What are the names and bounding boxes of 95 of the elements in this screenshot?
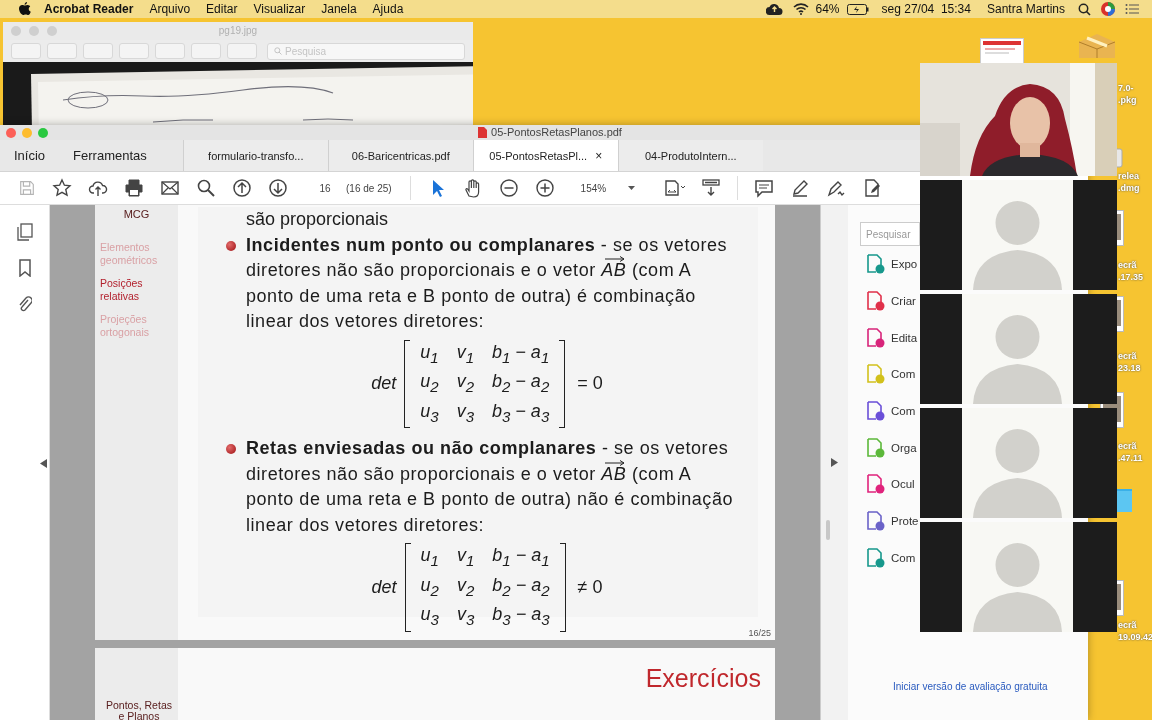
slide-title: Exercícios [645,664,761,694]
zoom-in-icon[interactable] [534,178,555,198]
menu-item[interactable]: Ajuda [364,2,412,16]
formula-label: det [371,372,397,396]
matrix-entry: v$_{1}$ [456,544,475,571]
window-title: 05-PontosRetasPlanos.pdf [491,126,622,138]
page-label: 16/25 [748,628,771,638]
matrix-entry: u$_{3}$ [420,603,439,631]
matrix-entry: u$_{2}$ [420,370,439,397]
matrix-entry: v$_{2}$ [456,370,474,397]
matrix-entry: b$_{2}$ − a$_{2}$ [492,573,550,601]
matrix-entry: u$_{1}$ [420,340,439,368]
tool-item[interactable]: Prote [860,502,920,540]
search-icon [274,47,282,55]
tool-item[interactable]: Expo [860,246,920,283]
matrix-entry: v$_{2}$ [456,573,475,601]
matrix-entry: u$_{2}$ [420,573,439,601]
print-icon[interactable] [124,178,144,198]
matrix-entry: b$_{1}$ − a$_{1}$ [492,340,550,368]
bookmark-icon[interactable] [17,259,32,277]
tool-item[interactable]: Com [860,539,920,577]
document-tab[interactable]: 05-PontosRetasPl... × [472,140,618,171]
tool-item[interactable]: Com [860,356,920,393]
slide-header: MCG [123,208,150,221]
matrix-entry: b$_{1}$ − a$_{1}$ [492,544,550,571]
slide-nav-item[interactable]: e Planos [118,711,160,720]
matrix-entry: v$_{1}$ [456,340,474,368]
matrix-entry: u$_{3}$ [420,399,439,427]
battery-percent: 64% [814,2,841,16]
matrix-entry: b$_{3}$ − a$_{3}$ [492,603,550,631]
zoom-dropdown[interactable]: 154% [580,182,643,194]
collapse-left-icon[interactable] [40,459,47,468]
close-tab-button[interactable]: × [595,148,603,163]
tool-item[interactable]: Criar [860,282,920,320]
tool-item[interactable]: Edita [860,319,920,357]
page-count: (16 de 25) [346,182,392,194]
formula-relation: = 0 [577,372,603,396]
paperclip-icon[interactable] [17,295,32,313]
bullet-icon [226,240,236,251]
slide-text: são proporcionais [246,208,390,231]
comment-icon[interactable] [753,178,774,198]
wifi-icon[interactable] [792,3,809,15]
nav-tab[interactable]: Ferramentas [59,140,161,171]
arrow-down-icon[interactable] [268,178,288,198]
bullet-text: Retas enviesadas ou não complanares - se os vetores diretores não são proporcionais e o vetor AB (com A ponto de uma reta e B ponto de outra) não é combinação linear dos vetores diretores: [246,437,734,537]
app-name[interactable]: Acrobat Reader [36,2,142,16]
list-icon[interactable] [1125,3,1139,15]
formula-relation: ≠ 0 [577,575,603,599]
tool-item[interactable]: Ocul [860,466,920,503]
menu-item[interactable]: Editar [198,2,246,16]
formula-label: det [371,575,397,599]
caret-icon [627,186,635,190]
window-title: pg19.jpg [218,25,258,36]
matrix-entry: b$_{3}$ − a$_{3}$ [492,399,550,427]
sidebar-toggle-button[interactable] [11,43,41,59]
menu-item[interactable]: Janela [313,2,365,16]
apple-icon [19,2,31,16]
bullet-text: Incidentes num ponto ou complanares - se os vetores diretores não são proporcionais e o vetor AB (com A ponto de uma reta e B ponto de outra) é combinação linear dos vetores diretores: [246,233,729,333]
matrix-entry: v$_{3}$ [456,399,474,427]
matrix-entry: u$_{1}$ [420,544,439,571]
nav-tab[interactable]: Início [0,140,60,171]
tool-item[interactable]: Orga [860,429,920,467]
document-tab[interactable]: 04-ProdutoIntern... [617,140,763,171]
scrollbar-thumb[interactable] [826,520,830,540]
sign-pen-icon[interactable] [825,178,846,198]
vector-arrow-icon [604,459,627,466]
bullet-icon [226,444,236,455]
slide-nav-item[interactable]: Pontos, Retas [106,700,172,711]
colorful-circle-icon[interactable] [1101,2,1115,16]
trial-link[interactable]: Iniciar versão de avaliação gratuita [893,681,1088,692]
vector-arrow-icon [604,256,627,262]
scroll-mode-icon[interactable] [700,178,721,198]
menu-item[interactable]: Arquivo [141,2,199,16]
document-tab[interactable]: 06-Baricentricas.pdf [327,140,473,171]
clock[interactable]: seg 27/04 15:34 [873,2,979,16]
document-tab[interactable]: formulario-transfo... [182,140,328,171]
tool-item[interactable]: Com [860,392,920,430]
search-icon[interactable] [1078,2,1091,16]
cloud-upload-icon[interactable] [88,178,108,198]
pdf-file-icon [478,126,488,138]
mail-icon[interactable] [160,178,180,198]
cloud-icon[interactable] [765,3,783,15]
pages-icon[interactable] [15,223,34,241]
document-thumbnail-icon [980,38,1024,64]
zoom-out-icon[interactable] [498,178,519,198]
battery-icon[interactable] [846,3,869,15]
user-name[interactable]: Santra Martins [978,2,1073,16]
search-icon[interactable] [196,178,216,198]
star-icon[interactable] [52,178,72,198]
slide-nav-item[interactable]: Posições relativas [100,277,172,303]
matrix-entry: b$_{2}$ − a$_{2}$ [492,370,550,397]
arrow-up-icon[interactable] [232,178,252,198]
menu-item[interactable]: Visualizar [245,2,314,16]
matrix-entry: v$_{3}$ [456,603,475,631]
expand-panel-icon[interactable] [831,458,838,467]
